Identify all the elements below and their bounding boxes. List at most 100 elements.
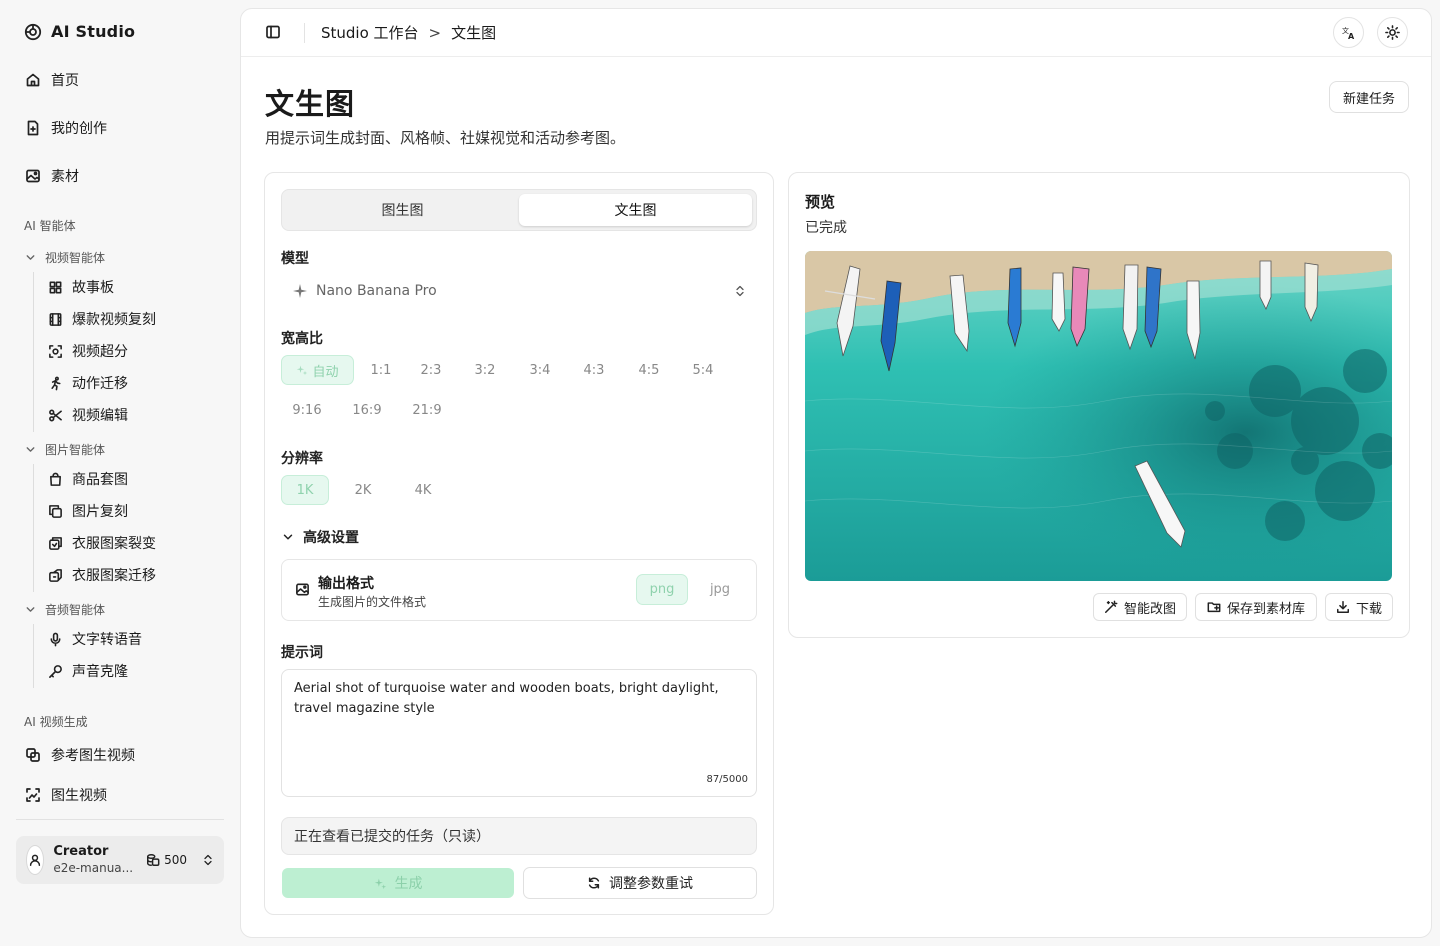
sidebar-toggle-icon[interactable] — [265, 24, 281, 40]
breadcrumb-studio[interactable]: Studio 工作台 — [321, 22, 419, 43]
ratio-option[interactable]: 5:4 — [681, 355, 725, 385]
tab-image-to-image[interactable]: 图生图 — [286, 194, 519, 226]
ratio-option[interactable]: 4:3 — [572, 355, 616, 385]
new-task-button[interactable]: 新建任务 — [1329, 81, 1409, 113]
user-icon — [28, 853, 42, 867]
transfer-icon — [48, 568, 63, 583]
prompt-label: 提示词 — [281, 645, 323, 661]
sidebar-item-label: 衣服图案裂变 — [72, 536, 156, 552]
ratio-option[interactable]: 3:2 — [463, 355, 507, 385]
ratio-option[interactable]: 1:1 — [359, 355, 403, 385]
nav-my-creations[interactable]: 我的创作 — [16, 111, 224, 145]
prompt-textarea[interactable]: Aerial shot of turquoise water and woode… — [281, 669, 757, 797]
format-option-jpg[interactable]: jpg — [696, 574, 744, 605]
preview-panel: 预览 已完成 智能改图 保存到素材库 下载 — [788, 172, 1410, 638]
main-panel: Studio 工作台 > 文生图 文A 文生图 用提示词生成封面、风格帧、社媒视… — [240, 8, 1432, 938]
ratio-option-auto[interactable]: 自动 — [281, 355, 354, 385]
sidebar-item-video-edit[interactable]: 视频编辑 — [48, 400, 224, 430]
section-ai-agents: AI 智能体 — [24, 219, 76, 233]
resolution-option-2k[interactable]: 2K — [339, 475, 387, 505]
format-option-png[interactable]: png — [636, 574, 688, 605]
ratio-option[interactable]: 4:5 — [627, 355, 671, 385]
group-image-label: 图片智能体 — [45, 443, 106, 457]
model-select[interactable]: Nano Banana Pro — [281, 275, 757, 307]
copy-icon — [48, 504, 63, 519]
sidebar-divider — [16, 819, 224, 820]
avatar — [26, 845, 45, 875]
sidebar-item-video-upscale[interactable]: 视频超分 — [48, 336, 224, 366]
sidebar-item-storyboard[interactable]: 故事板 — [48, 272, 224, 302]
tab-text-to-image[interactable]: 文生图 — [519, 194, 752, 226]
preview-title: 预览 — [805, 193, 836, 211]
readonly-notice: 正在查看已提交的任务（只读） — [281, 817, 757, 855]
group-audio-label: 音频智能体 — [45, 603, 106, 617]
nav-ref-image-video[interactable]: 参考图生视频 — [16, 738, 224, 772]
sidebar-item-label: 衣服图案迁移 — [72, 568, 156, 584]
image-video-icon — [25, 787, 41, 803]
sparkle-icon — [292, 283, 308, 299]
nav-assets-label: 素材 — [51, 169, 79, 185]
nav-home-label: 首页 — [51, 73, 79, 89]
advanced-settings-toggle[interactable]: 高级设置 — [281, 527, 359, 547]
sidebar-item-pattern-transfer[interactable]: 衣服图案迁移 — [48, 560, 224, 590]
refresh-icon — [587, 876, 601, 890]
chevron-down-icon — [24, 603, 37, 616]
ratio-option[interactable]: 3:4 — [518, 355, 562, 385]
tree-line — [33, 464, 34, 592]
sidebar-item-label: 动作迁移 — [72, 376, 128, 392]
nav-assets[interactable]: 素材 — [16, 159, 224, 193]
sun-icon — [1385, 25, 1400, 40]
magic-wand-icon — [1104, 600, 1118, 614]
pattern-icon — [48, 536, 63, 551]
user-menu[interactable]: Creator e2e-manua... 500 — [16, 836, 224, 884]
ratio-option[interactable]: 21:9 — [401, 395, 453, 425]
sidebar-item-motion-transfer[interactable]: 动作迁移 — [48, 368, 224, 398]
mic-icon — [48, 632, 63, 647]
sparkle-icon — [296, 364, 308, 376]
sidebar-item-label: 声音克隆 — [72, 664, 128, 680]
sidebar-item-pattern-variation[interactable]: 衣服图案裂变 — [48, 528, 224, 558]
chevron-down-icon — [24, 443, 37, 456]
group-video-agents[interactable]: 视频智能体 — [24, 249, 105, 266]
smart-edit-button[interactable]: 智能改图 — [1093, 593, 1187, 621]
nav-home[interactable]: 首页 — [16, 63, 224, 97]
generated-image[interactable] — [805, 251, 1392, 581]
scan-icon — [48, 344, 63, 359]
sidebar-item-voice-clone[interactable]: 声音克隆 — [48, 656, 224, 686]
home-icon — [25, 72, 41, 88]
sidebar-item-image-replicate[interactable]: 图片复刻 — [48, 496, 224, 526]
sidebar-item-tts[interactable]: 文字转语音 — [48, 624, 224, 654]
brand[interactable]: AI Studio — [24, 22, 135, 41]
image-icon — [25, 168, 41, 184]
nav-my-creations-label: 我的创作 — [51, 121, 107, 137]
theme-toggle-button[interactable] — [1377, 17, 1408, 48]
download-button[interactable]: 下载 — [1325, 593, 1393, 621]
generate-button[interactable]: 生成 — [282, 868, 514, 898]
topbar: Studio 工作台 > 文生图 文A — [241, 9, 1431, 57]
sidebar-item-label: 视频超分 — [72, 344, 128, 360]
generate-label: 生成 — [394, 876, 423, 892]
user-email: e2e-manua... — [53, 861, 134, 875]
user-info: Creator e2e-manua... — [53, 843, 133, 877]
ratio-option[interactable]: 2:3 — [409, 355, 453, 385]
sidebar-item-product-set[interactable]: 商品套图 — [48, 464, 224, 494]
ratio-option[interactable]: 9:16 — [281, 395, 333, 425]
aspect-ratio-label: 宽高比 — [281, 331, 323, 347]
resolution-option-1k[interactable]: 1K — [281, 475, 329, 505]
ratio-option[interactable]: 16:9 — [339, 395, 395, 425]
output-format-title: 输出格式 — [318, 576, 374, 592]
nav-image-video[interactable]: 图生视频 — [16, 778, 224, 812]
save-to-library-button[interactable]: 保存到素材库 — [1195, 593, 1317, 621]
user-name: Creator — [53, 844, 109, 859]
download-label: 下载 — [1355, 601, 1382, 617]
scissors-icon — [48, 408, 63, 423]
sidebar-item-label: 视频编辑 — [72, 408, 128, 424]
retry-button[interactable]: 调整参数重试 — [523, 867, 757, 899]
group-audio-agents[interactable]: 音频智能体 — [24, 601, 105, 618]
sidebar-item-viral-replicate[interactable]: 爆款视频复刻 — [48, 304, 224, 334]
group-image-agents[interactable]: 图片智能体 — [24, 441, 105, 458]
language-button[interactable]: 文A — [1333, 17, 1364, 48]
resolution-option-4k[interactable]: 4K — [399, 475, 447, 505]
grid-icon — [48, 280, 63, 295]
retry-label: 调整参数重试 — [609, 876, 693, 892]
